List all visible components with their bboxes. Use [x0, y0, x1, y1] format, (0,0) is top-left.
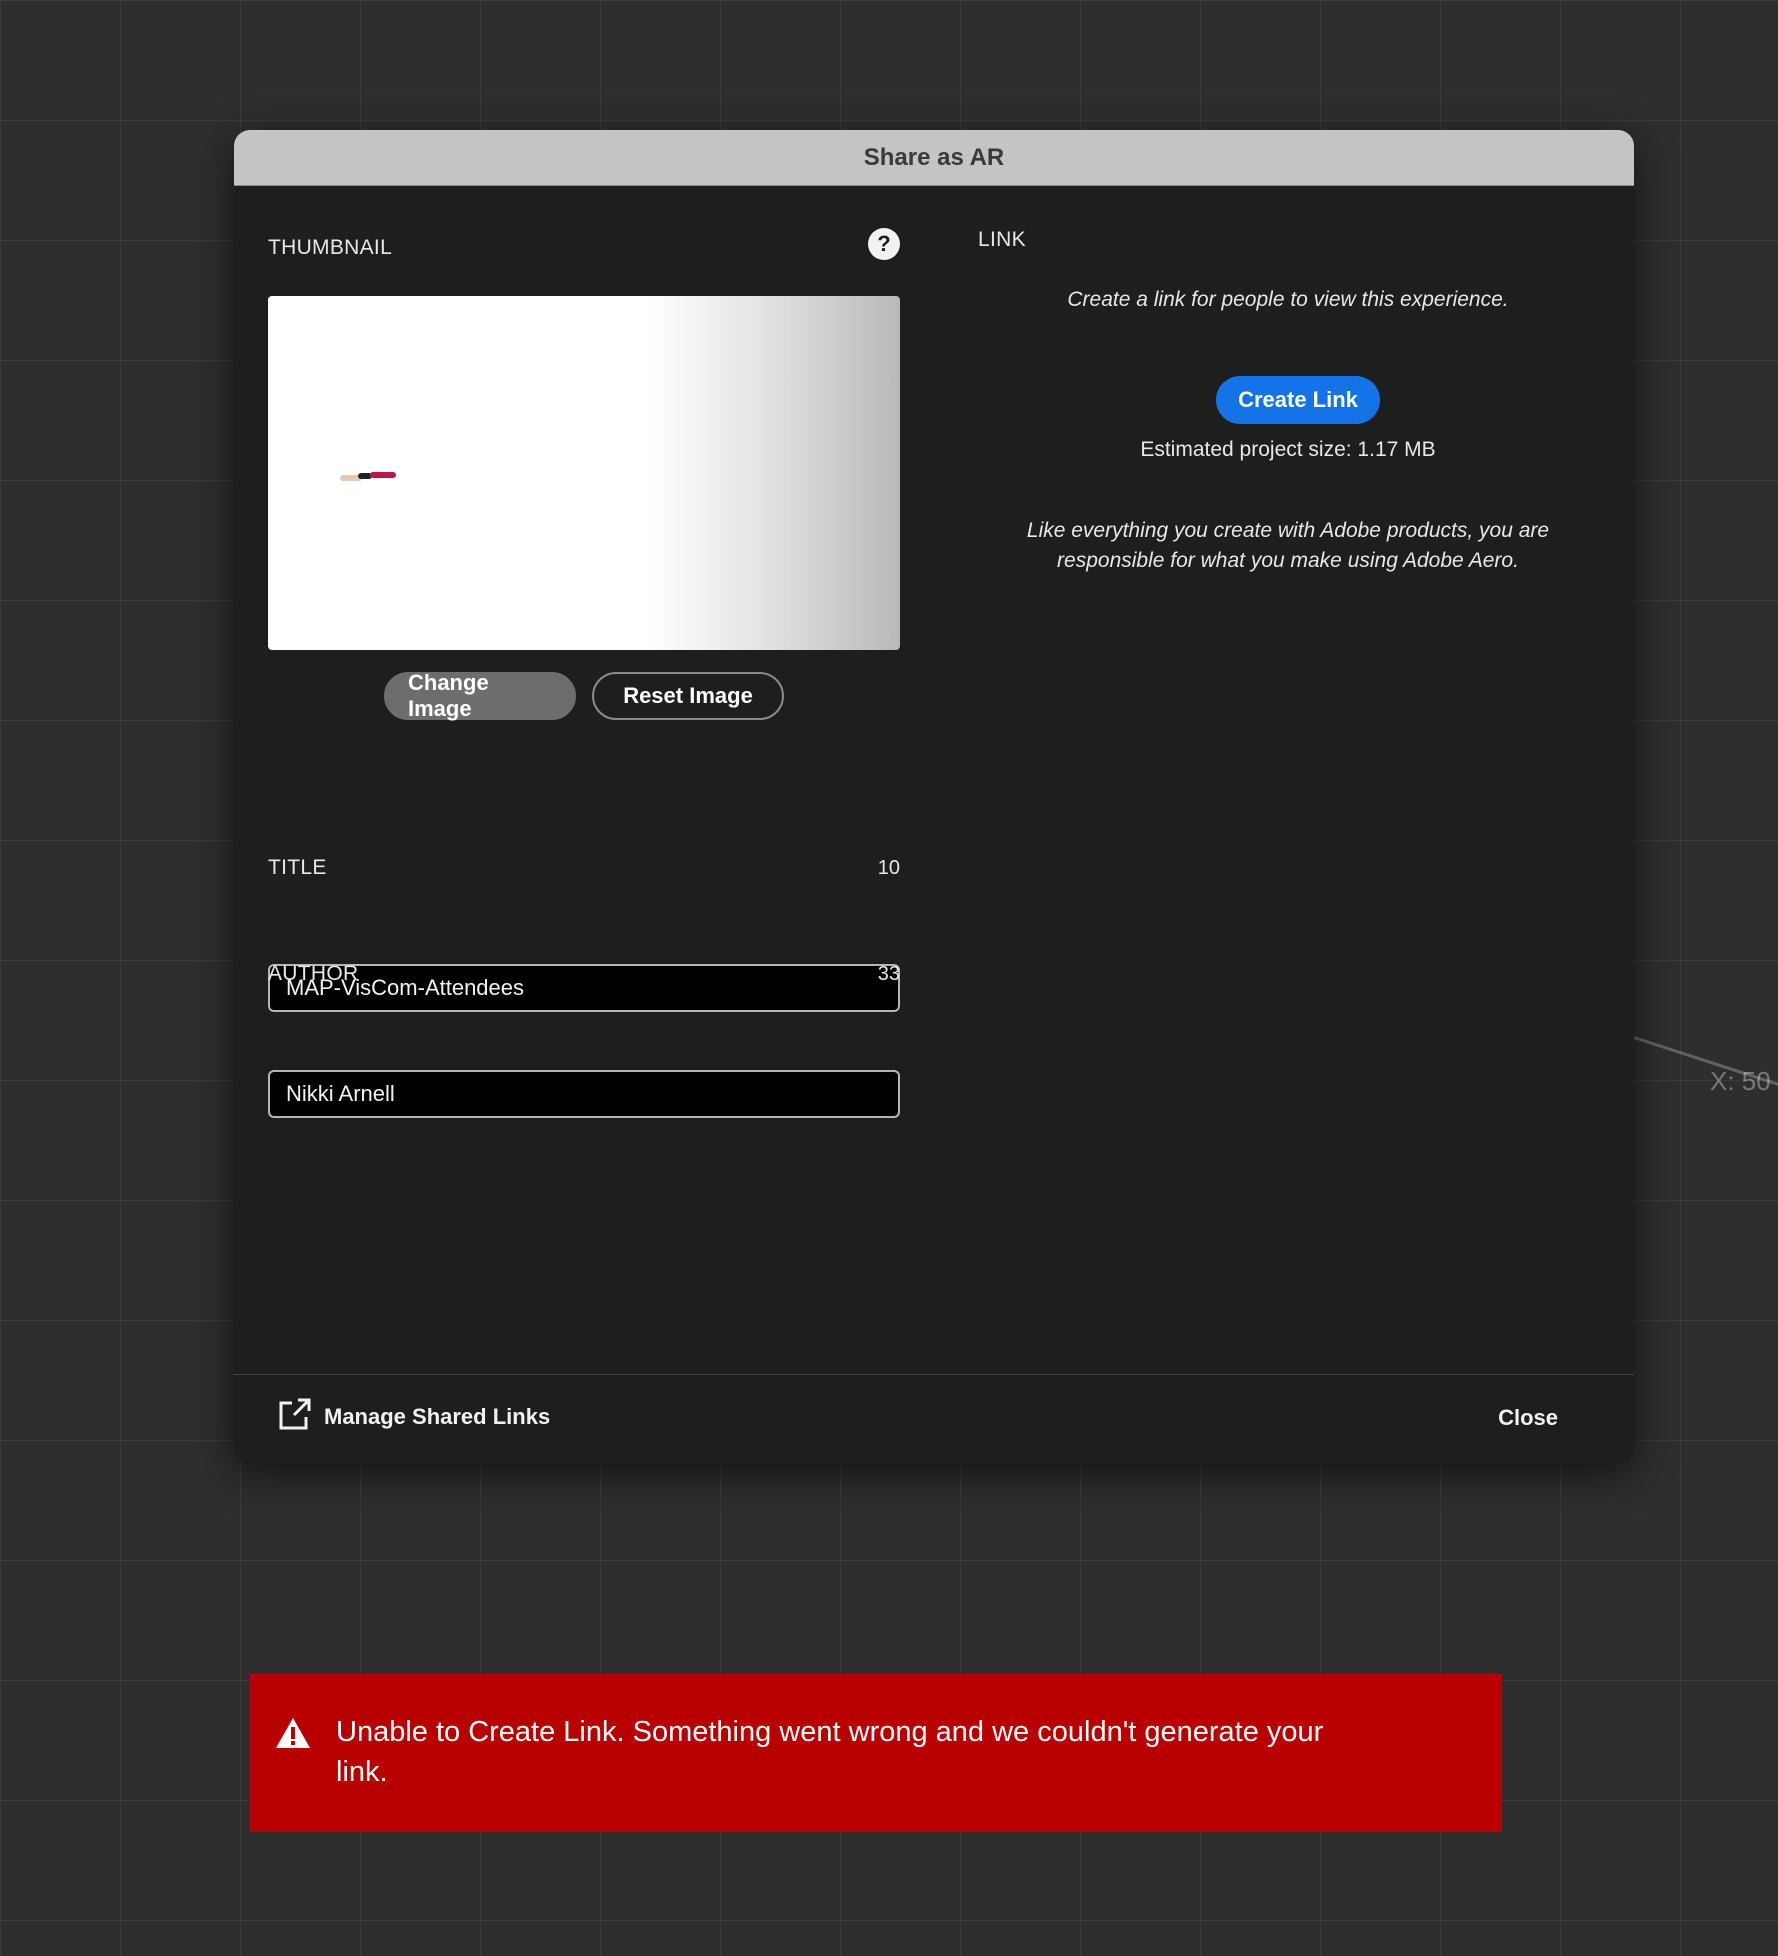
error-message: Unable to Create Link. Something went wr… [336, 1716, 1324, 1788]
title-label: TITLE [268, 856, 327, 879]
title-char-count: 10 [877, 857, 900, 879]
reset-image-button[interactable]: Reset Image [592, 672, 784, 720]
thumbnail-actions: Change Image Reset Image [268, 670, 900, 721]
manage-shared-links-label: Manage Shared Links [324, 1404, 551, 1429]
thumbnail-object [340, 472, 400, 482]
estimated-project-size: Estimated project size: 1.17 MB [1140, 438, 1436, 461]
thumbnail-preview [268, 296, 900, 650]
thumbnail-label: THUMBNAIL [268, 236, 393, 259]
link-description: Create a link for people to view this ex… [1067, 288, 1509, 311]
external-link-icon [278, 1397, 312, 1437]
change-image-button[interactable]: Change Image [384, 670, 576, 721]
link-label: LINK [978, 228, 1026, 251]
dialog-footer: Manage Shared Links Close [234, 1374, 1634, 1464]
warning-icon [274, 1716, 312, 1755]
title-field-header: TITLE 10 [268, 856, 900, 880]
close-button[interactable]: Close [1498, 1405, 1558, 1431]
axis-readout: X: 50 [1710, 1066, 1771, 1096]
error-toast: Unable to Create Link. Something went wr… [250, 1674, 1502, 1832]
help-icon[interactable]: ? [868, 228, 900, 260]
author-char-count: 33 [877, 963, 900, 985]
manage-shared-links-button[interactable]: Manage Shared Links [278, 1397, 550, 1437]
dialog-title: Share as AR [863, 143, 1005, 171]
dialog-titlebar: Share as AR [234, 130, 1634, 186]
responsibility-disclaimer: Like everything you create with Adobe pr… [1026, 519, 1550, 572]
create-link-button[interactable]: Create Link [1216, 376, 1380, 424]
author-label: AUTHOR [268, 962, 359, 985]
author-field-header: AUTHOR 33 [268, 962, 900, 986]
share-as-ar-dialog: Share as AR THUMBNAIL ? Change Image Res… [234, 130, 1634, 1464]
author-input[interactable]: Nikki Arnell [268, 1070, 900, 1118]
